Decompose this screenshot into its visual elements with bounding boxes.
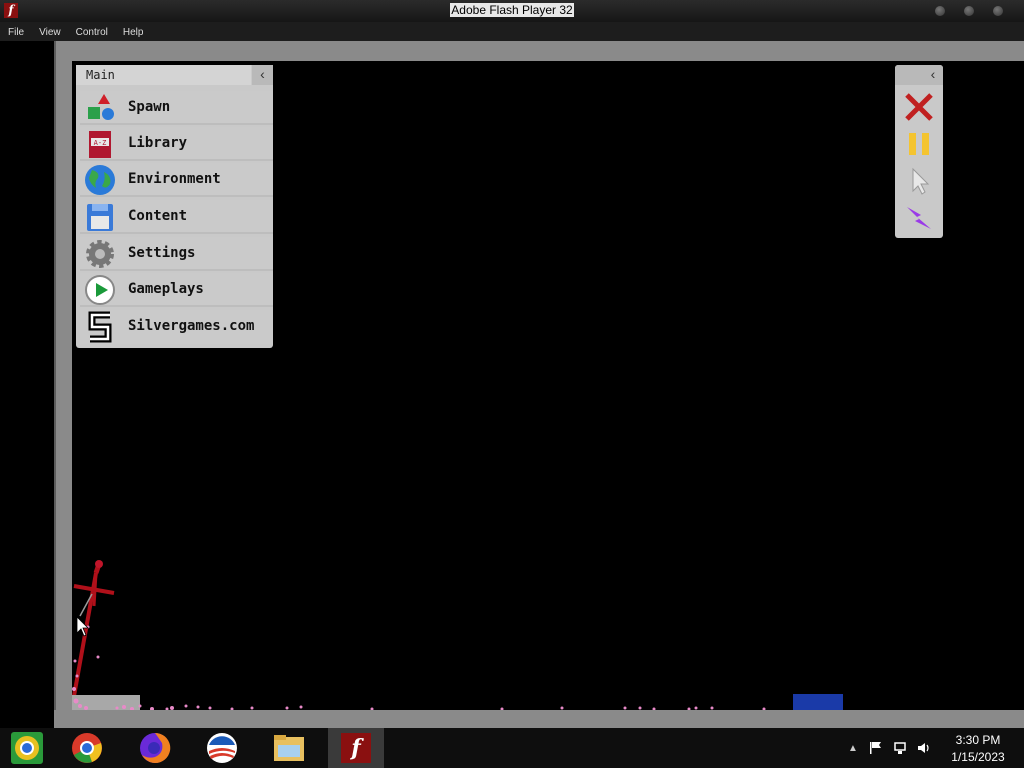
menu-item-label: Library <box>128 135 188 151</box>
volume-icon[interactable] <box>917 741 931 755</box>
spawn-shapes-icon <box>88 94 114 120</box>
clock-date[interactable]: 1/15/2023 <box>938 750 1018 764</box>
pointer-icon[interactable] <box>903 165 935 197</box>
menu-item-content[interactable]: Content <box>80 200 273 234</box>
menu-item-label: Spawn <box>128 99 171 115</box>
close-x-icon[interactable] <box>903 91 935 123</box>
menu-item-environment[interactable]: Environment <box>80 163 273 197</box>
tool-panel-collapse-button[interactable]: ‹ <box>925 65 941 85</box>
svg-text:A-Z: A-Z <box>94 139 107 147</box>
flash-player-icon[interactable]: f <box>341 733 371 763</box>
close-window-button[interactable] <box>993 6 1003 16</box>
library-book-icon: A-Z <box>89 131 111 158</box>
menu-item-label: Gameplays <box>128 281 204 297</box>
blood-particles <box>72 625 766 710</box>
file-explorer-icon[interactable] <box>272 731 306 765</box>
window-title: Adobe Flash Player 32 <box>450 3 574 17</box>
title-bar: f Adobe Flash Player 32 <box>0 0 1024 22</box>
gear-icon <box>86 240 114 268</box>
network-icon[interactable] <box>893 741 907 755</box>
main-panel-title: Main <box>76 65 251 85</box>
obama-logo-icon[interactable] <box>205 731 239 765</box>
clock-time[interactable]: 3:30 PM <box>938 733 1018 747</box>
globe-icon <box>85 165 115 195</box>
firefox-icon[interactable] <box>138 731 172 765</box>
menu-item-gameplays[interactable]: Gameplays <box>80 273 273 307</box>
tool-panel: ‹ <box>895 65 943 238</box>
menu-item-library[interactable]: A-Z Library <box>80 127 273 161</box>
menu-item-label: Settings <box>128 245 196 261</box>
menu-item-settings[interactable]: Settings <box>80 237 273 271</box>
chromium-icon[interactable] <box>10 731 44 765</box>
lightning-icon[interactable] <box>903 201 935 233</box>
menu-help[interactable]: Help <box>115 23 151 38</box>
floppy-disk-icon <box>87 204 113 231</box>
menu-view[interactable]: View <box>31 23 68 38</box>
menu-item-silvergames[interactable]: Silvergames.com <box>80 310 273 344</box>
menu-item-label: Silvergames.com <box>128 318 255 334</box>
taskbar: f ▲ 3:30 PM 1/15/2023 <box>0 728 1024 768</box>
blue-block <box>793 694 843 710</box>
minimize-button[interactable] <box>935 6 945 16</box>
tray-overflow-icon[interactable]: ▲ <box>848 743 858 754</box>
stage-floor <box>54 710 1024 728</box>
stage-frame-top <box>54 41 1024 61</box>
menu-bar: File View Control Help <box>0 22 1024 41</box>
menu-file[interactable]: File <box>0 23 31 38</box>
flag-icon[interactable] <box>869 741 883 755</box>
menu-control[interactable]: Control <box>68 23 115 38</box>
play-icon <box>85 275 115 305</box>
silvergames-logo-icon <box>88 311 112 343</box>
menu-item-label: Content <box>128 208 188 224</box>
grey-slab <box>72 695 140 710</box>
left-margin <box>0 41 54 728</box>
maximize-button[interactable] <box>964 6 974 16</box>
main-menu-panel: Main ‹ Spawn A-Z Library Environment Con… <box>76 65 273 348</box>
stage-frame-edge <box>54 41 56 728</box>
main-panel-collapse-button[interactable]: ‹ <box>252 65 273 85</box>
chrome-icon[interactable] <box>70 731 104 765</box>
menu-item-spawn[interactable]: Spawn <box>80 91 273 125</box>
menu-item-label: Environment <box>128 171 221 187</box>
stage-frame-left <box>54 41 72 728</box>
pause-icon[interactable] <box>903 128 935 160</box>
